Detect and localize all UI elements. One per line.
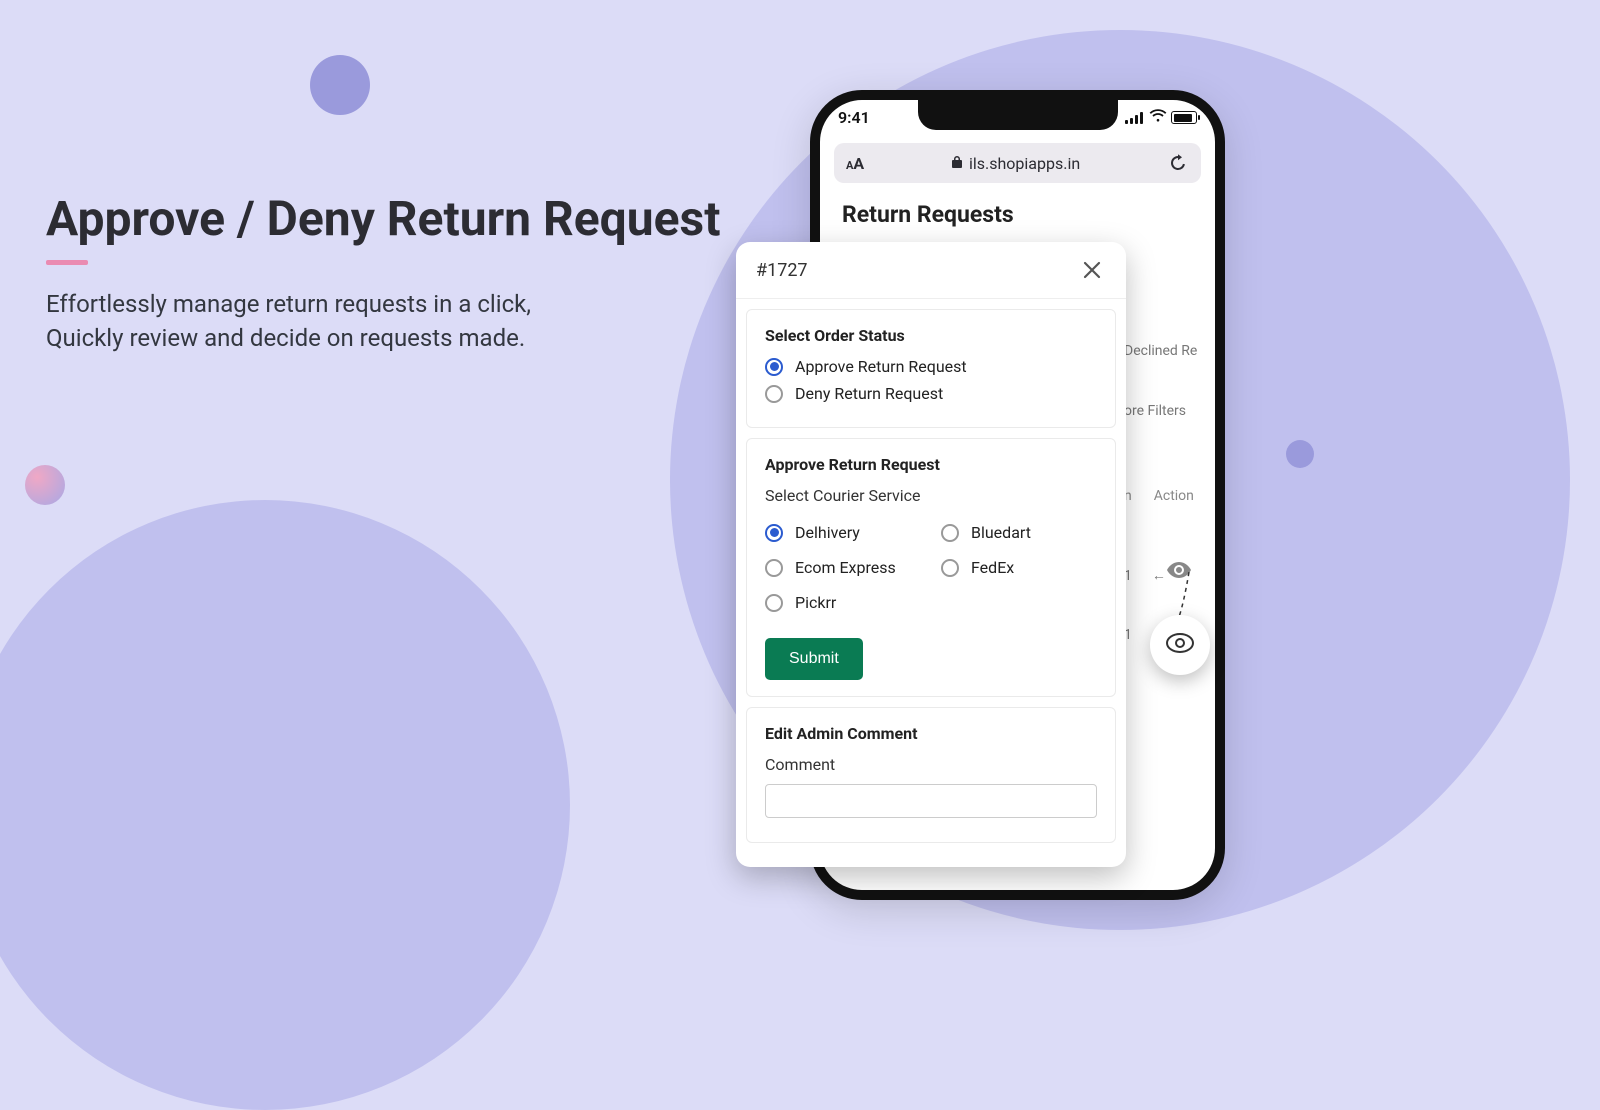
lock-icon bbox=[951, 154, 963, 173]
return-request-modal: #1727 Select Order Status Approve Return… bbox=[736, 242, 1126, 867]
radio-icon bbox=[765, 594, 783, 612]
bg-circle bbox=[310, 55, 370, 115]
bg-circle bbox=[25, 465, 65, 505]
section-label: Select Order Status bbox=[765, 326, 1097, 345]
radio-label: Approve Return Request bbox=[795, 357, 967, 376]
page-title: Approve / Deny Return Request bbox=[46, 190, 720, 247]
modal-order-id: #1727 bbox=[756, 260, 808, 281]
wifi-icon bbox=[1149, 108, 1167, 127]
signal-icon bbox=[1125, 112, 1145, 124]
radio-deny[interactable]: Deny Return Request bbox=[765, 384, 1097, 403]
reload-icon[interactable] bbox=[1167, 152, 1189, 174]
comment-input[interactable] bbox=[765, 784, 1097, 818]
behind-cols: nAction bbox=[1124, 488, 1216, 504]
eye-icon bbox=[1166, 633, 1194, 657]
section-label: Approve Return Request bbox=[765, 455, 1097, 474]
view-fab[interactable] bbox=[1150, 615, 1210, 675]
order-status-card: Select Order Status Approve Return Reque… bbox=[746, 309, 1116, 428]
radio-label: Delhivery bbox=[795, 523, 860, 542]
title-underline bbox=[46, 260, 88, 265]
behind-more-filters: ore Filters bbox=[1124, 403, 1216, 419]
radio-icon bbox=[765, 385, 783, 403]
radio-fedex[interactable]: FedEx bbox=[941, 558, 1081, 577]
admin-comment-card: Edit Admin Comment Comment bbox=[746, 707, 1116, 843]
courier-card: Approve Return Request Select Courier Se… bbox=[746, 438, 1116, 697]
bg-circle bbox=[1286, 440, 1314, 468]
radio-icon bbox=[941, 524, 959, 542]
url-text: ils.shopiapps.in bbox=[874, 154, 1157, 173]
radio-label: Ecom Express bbox=[795, 558, 896, 577]
radio-delhivery[interactable]: Delhivery bbox=[765, 523, 905, 542]
page-subtitle: Effortlessly manage return requests in a… bbox=[46, 288, 531, 355]
phone-notch bbox=[918, 100, 1118, 130]
submit-button[interactable]: Submit bbox=[765, 638, 863, 680]
radio-icon bbox=[765, 524, 783, 542]
field-label: Comment bbox=[765, 755, 1097, 774]
radio-label: Pickrr bbox=[795, 593, 836, 612]
radio-ecom[interactable]: Ecom Express bbox=[765, 558, 905, 577]
radio-icon bbox=[765, 358, 783, 376]
radio-pickrr[interactable]: Pickrr bbox=[765, 593, 905, 612]
section-subtitle: Select Courier Service bbox=[765, 486, 1097, 505]
radio-label: FedEx bbox=[971, 558, 1014, 577]
radio-approve[interactable]: Approve Return Request bbox=[765, 357, 1097, 376]
battery-icon bbox=[1171, 111, 1197, 124]
radio-icon bbox=[941, 559, 959, 577]
radio-bluedart[interactable]: Bluedart bbox=[941, 523, 1081, 542]
status-icons bbox=[1125, 108, 1197, 127]
status-time: 9:41 bbox=[838, 108, 870, 127]
section-label: Edit Admin Comment bbox=[765, 724, 1097, 743]
bg-circle bbox=[0, 500, 570, 1110]
radio-label: Deny Return Request bbox=[795, 384, 943, 403]
screen-title: Return Requests bbox=[842, 201, 1193, 228]
close-icon[interactable] bbox=[1078, 256, 1106, 284]
text-size-icon[interactable]: AA bbox=[846, 154, 864, 173]
browser-url-bar[interactable]: AA ils.shopiapps.in bbox=[834, 143, 1201, 183]
radio-label: Bluedart bbox=[971, 523, 1031, 542]
behind-tab-declined: Declined Re bbox=[1124, 343, 1216, 359]
radio-icon bbox=[765, 559, 783, 577]
